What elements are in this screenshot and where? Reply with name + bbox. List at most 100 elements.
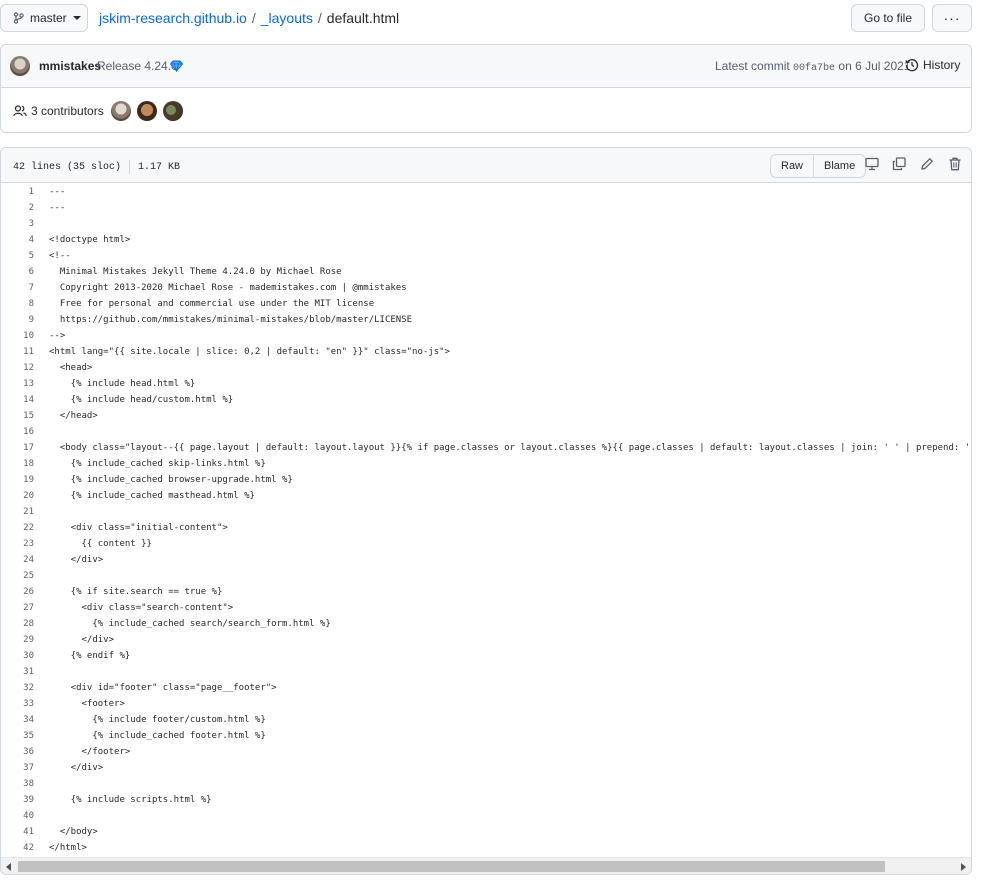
line-number[interactable]: 15 (1, 408, 34, 424)
file-navigation-bar: master jskim-research.github.io / _layou… (0, 0, 984, 36)
code-line: 28 {% include_cached search/search_form.… (1, 616, 971, 632)
line-number[interactable]: 4 (1, 232, 34, 248)
line-number[interactable]: 7 (1, 280, 34, 296)
line-number[interactable]: 32 (1, 680, 34, 696)
code-line: 31 (1, 664, 971, 680)
branch-select-button[interactable]: master (0, 4, 88, 32)
code-line: 17 <body class="layout--{{ page.layout |… (1, 440, 971, 456)
raw-button[interactable]: Raw (771, 155, 813, 177)
line-number[interactable]: 10 (1, 328, 34, 344)
latest-commit-label: Latest commit (715, 59, 790, 73)
copy-icon[interactable] (892, 157, 906, 171)
contributor-avatar[interactable] (163, 101, 183, 121)
line-number[interactable]: 39 (1, 792, 34, 808)
trash-icon[interactable] (948, 157, 962, 171)
line-number[interactable]: 24 (1, 552, 34, 568)
line-number[interactable]: 2 (1, 200, 34, 216)
history-label: History (923, 58, 961, 72)
line-number[interactable]: 34 (1, 712, 34, 728)
code-line: 38 (1, 776, 971, 792)
line-content: Minimal Mistakes Jekyll Theme 4.24.0 by … (49, 267, 342, 277)
line-number[interactable]: 21 (1, 504, 34, 520)
blame-button[interactable]: Blame (813, 155, 865, 177)
line-number[interactable]: 11 (1, 344, 34, 360)
breadcrumb-repo-link[interactable]: jskim-research.github.io (99, 10, 247, 26)
commit-author-link[interactable]: mmistakes (39, 59, 101, 73)
contributor-avatar[interactable] (137, 101, 157, 121)
code-line: 22 <div class="initial-content"> (1, 520, 971, 536)
line-number[interactable]: 25 (1, 568, 34, 584)
line-number[interactable]: 5 (1, 248, 34, 264)
line-number[interactable]: 37 (1, 760, 34, 776)
line-content: <div id="footer" class="page__footer"> (49, 683, 277, 693)
line-number[interactable]: 35 (1, 728, 34, 744)
code-line: 19 {% include_cached browser-upgrade.htm… (1, 472, 971, 488)
contributor-avatar[interactable] (111, 101, 131, 121)
code-line: 36 </footer> (1, 744, 971, 760)
line-number[interactable]: 12 (1, 360, 34, 376)
scroll-left-icon[interactable] (6, 863, 11, 871)
line-number[interactable]: 22 (1, 520, 34, 536)
line-content: </html> (49, 843, 87, 853)
line-number[interactable]: 42 (1, 840, 34, 856)
line-number[interactable]: 38 (1, 776, 34, 792)
desktop-icon[interactable] (865, 157, 879, 171)
line-number[interactable]: 18 (1, 456, 34, 472)
divider (129, 160, 131, 174)
line-number[interactable]: 27 (1, 600, 34, 616)
line-number[interactable]: 19 (1, 472, 34, 488)
commit-sha-link[interactable]: 00fa7be (793, 63, 835, 74)
line-content: Free for personal and commercial use und… (49, 299, 375, 309)
line-number[interactable]: 31 (1, 664, 34, 680)
line-number[interactable]: 29 (1, 632, 34, 648)
line-number[interactable]: 36 (1, 744, 34, 760)
breadcrumb-separator: / (251, 10, 256, 26)
contributors-link[interactable]: 3 contributors (13, 104, 104, 118)
line-number[interactable]: 8 (1, 296, 34, 312)
go-to-file-button[interactable]: Go to file (851, 4, 925, 32)
line-number[interactable]: 41 (1, 824, 34, 840)
line-number[interactable]: 40 (1, 808, 34, 824)
line-number[interactable]: 1 (1, 184, 34, 200)
file-info: 42 lines (35 sloc) 1.17 KB (13, 160, 180, 174)
line-number[interactable]: 23 (1, 536, 34, 552)
code-line: 41 </body> (1, 824, 971, 840)
code-line: 18 {% include_cached skip-links.html %} (1, 456, 971, 472)
commit-message-link[interactable]: Release 4.24.0 (97, 59, 178, 73)
scrollbar-thumb[interactable] (18, 861, 885, 872)
line-content: {% include_cached masthead.html %} (49, 491, 255, 501)
pencil-icon[interactable] (920, 157, 934, 171)
file-viewer: 42 lines (35 sloc) 1.17 KB Raw Blame 1 --… (0, 147, 972, 875)
scroll-right-icon[interactable] (961, 863, 966, 871)
line-number[interactable]: 14 (1, 392, 34, 408)
more-options-button[interactable]: ··· (932, 4, 972, 32)
avatar[interactable] (10, 56, 30, 76)
line-number[interactable]: 20 (1, 488, 34, 504)
line-content: {% include scripts.html %} (49, 795, 212, 805)
commit-date: on 6 Jul 2021 (838, 59, 911, 73)
line-number[interactable]: 17 (1, 440, 34, 456)
code-line: 10 --> (1, 328, 971, 344)
latest-commit-info: Latest commit 00fa7be on 6 Jul 2021 (715, 59, 910, 74)
line-number[interactable]: 16 (1, 424, 34, 440)
line-number[interactable]: 33 (1, 696, 34, 712)
code-line: 27 <div class="search-content"> (1, 600, 971, 616)
line-number[interactable]: 6 (1, 264, 34, 280)
line-number[interactable]: 13 (1, 376, 34, 392)
code-line: 15 </head> (1, 408, 971, 424)
code-line: 20 {% include_cached masthead.html %} (1, 488, 971, 504)
code-line: 9 https://github.com/mmistakes/minimal-m… (1, 312, 971, 328)
breadcrumb: jskim-research.github.io / _layouts / de… (99, 10, 399, 26)
line-content: </div> (49, 635, 115, 645)
line-number[interactable]: 26 (1, 584, 34, 600)
line-number[interactable]: 30 (1, 648, 34, 664)
code-line: 8 Free for personal and commercial use u… (1, 296, 971, 312)
line-number[interactable]: 28 (1, 616, 34, 632)
horizontal-scrollbar[interactable] (1, 857, 971, 874)
code-line: 13 {% include head.html %} (1, 376, 971, 392)
line-content: {% include head.html %} (49, 379, 196, 389)
breadcrumb-folder-link[interactable]: _layouts (261, 10, 313, 26)
line-number[interactable]: 9 (1, 312, 34, 328)
line-number[interactable]: 3 (1, 216, 34, 232)
history-link[interactable]: History (905, 58, 960, 72)
